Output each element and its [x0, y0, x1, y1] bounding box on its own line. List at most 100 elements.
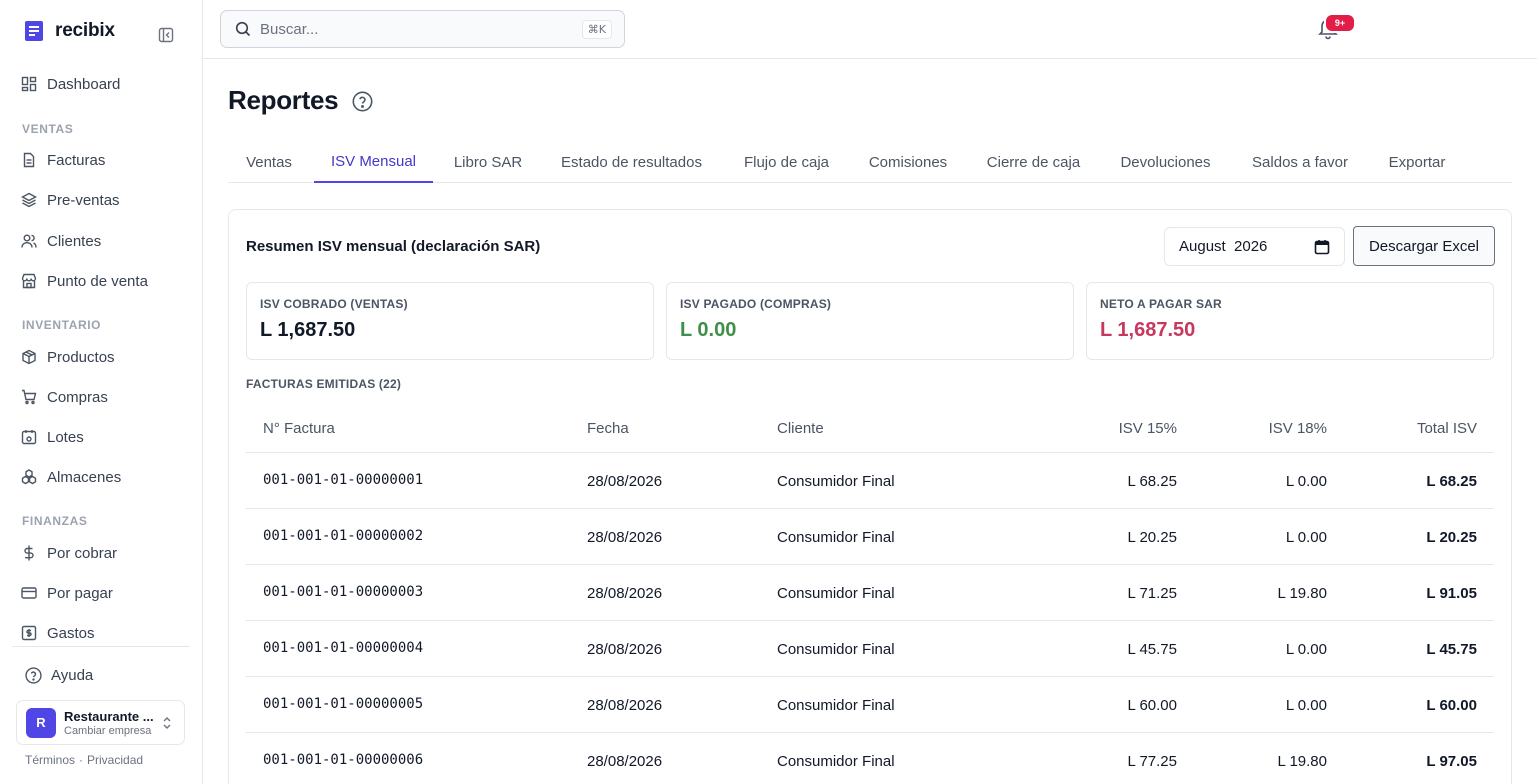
cart-icon: [20, 388, 38, 406]
page-title: Reportes: [228, 85, 339, 115]
package-icon: [20, 348, 38, 366]
table-row[interactable]: 001-001-01-00000006 28/08/2026 Consumidor …: [246, 733, 1494, 784]
cell-invoice-number: 001-001-01-00000004: [263, 640, 424, 656]
search-icon: [234, 20, 252, 38]
page-help-button[interactable]: [352, 91, 373, 112]
cell-isv18: L 0.00: [1285, 697, 1327, 714]
help-circle-icon: [24, 666, 42, 684]
sidebar-item-almacenes[interactable]: Almacenes: [20, 465, 121, 489]
cell-isv18: L 19.80: [1277, 585, 1328, 602]
tab-comisiones[interactable]: Comisiones: [859, 142, 957, 183]
calendar-icon: [20, 428, 38, 446]
sidebar-item-label: Pre-ventas: [47, 191, 120, 209]
cell-client: Consumidor Final: [777, 753, 895, 770]
column-header-invoice[interactable]: N° Factura: [263, 420, 335, 437]
privacy-link[interactable]: Privacidad: [87, 753, 143, 767]
column-header-client[interactable]: Cliente: [777, 420, 824, 437]
sidebar-item-punto-de-venta[interactable]: Punto de venta: [20, 269, 148, 293]
invoices-table: N° Factura Fecha Cliente ISV 15% ISV 18%…: [246, 404, 1494, 784]
sidebar-item-por-pagar[interactable]: Por pagar: [20, 581, 113, 605]
tab-saldos-a-favor[interactable]: Saldos a favor: [1239, 142, 1361, 183]
invoices-count-label: FACTURAS EMITIDAS (22): [246, 377, 402, 391]
stat-label: NETO A PAGAR SAR: [1100, 297, 1222, 311]
sidebar-item-ayuda[interactable]: Ayuda: [24, 666, 93, 684]
table-row[interactable]: 001-001-01-00000004 28/08/2026 Consumidor …: [246, 621, 1494, 677]
column-header-isv18[interactable]: ISV 18%: [1269, 420, 1327, 437]
chevrons-up-down-icon: [160, 714, 174, 732]
cell-isv18: L 19.80: [1277, 753, 1328, 770]
sidebar-item-lotes[interactable]: Lotes: [20, 425, 84, 449]
table-row[interactable]: 001-001-01-00000005 28/08/2026 Consumidor …: [246, 677, 1494, 733]
sidebar-item-productos[interactable]: Productos: [20, 345, 115, 369]
cell-total-isv: L 45.75: [1426, 641, 1477, 658]
tab-ventas[interactable]: Ventas: [228, 142, 310, 183]
company-switch-label: Cambiar empresa: [64, 724, 152, 737]
cell-isv15: L 77.25: [1127, 753, 1178, 770]
notifications-badge: 9+: [1324, 13, 1356, 33]
search-input[interactable]: [260, 20, 560, 38]
tab-exportar[interactable]: Exportar: [1379, 142, 1455, 183]
section-title-ventas: VENTAS: [22, 122, 74, 136]
column-header-date[interactable]: Fecha: [587, 420, 629, 437]
collapse-sidebar-button[interactable]: [156, 25, 176, 45]
tab-estado-de-resultados[interactable]: Estado de resultados: [550, 142, 713, 183]
cell-invoice-number: 001-001-01-00000001: [263, 472, 424, 488]
calendar-icon: [1314, 239, 1330, 255]
stat-label: ISV PAGADO (COMPRAS): [680, 297, 832, 311]
sidebar-item-label: Lotes: [47, 428, 84, 446]
table-row[interactable]: 001-001-01-00000003 28/08/2026 Consumidor …: [246, 565, 1494, 621]
cell-client: Consumidor Final: [777, 529, 895, 546]
table-row[interactable]: 001-001-01-00000001 28/08/2026 Consumidor …: [246, 453, 1494, 509]
legal-separator: ·: [79, 753, 84, 767]
report-tabs: Ventas ISV Mensual Libro SAR Estado de r…: [228, 142, 1512, 183]
sidebar: recibix Dashboard VENTAS Facturas Pre-ve…: [0, 0, 203, 784]
column-header-isv15[interactable]: ISV 15%: [1119, 420, 1177, 437]
banknote-icon: [20, 624, 38, 642]
isv-report-card: Resumen ISV mensual (declaración SAR) Au…: [228, 209, 1512, 784]
stat-isv-cobrado: ISV COBRADO (VENTAS) L 1,687.50: [246, 282, 654, 360]
sidebar-item-facturas[interactable]: Facturas: [20, 148, 105, 172]
section-title-finanzas: FINANZAS: [22, 514, 88, 528]
sidebar-item-label: Punto de venta: [47, 272, 148, 290]
stat-neto-a-pagar: NETO A PAGAR SAR L 1,687.50: [1086, 282, 1494, 360]
cell-total-isv: L 91.05: [1426, 585, 1477, 602]
cell-client: Consumidor Final: [777, 641, 895, 658]
company-switcher[interactable]: R Restaurante ... Cambiar empresa: [16, 700, 185, 745]
legal-links: Términos · Privacidad: [25, 753, 143, 767]
store-icon: [20, 272, 38, 290]
sidebar-item-por-cobrar[interactable]: Por cobrar: [20, 541, 117, 565]
tab-devoluciones[interactable]: Devoluciones: [1110, 142, 1221, 183]
sidebar-item-label: Almacenes: [47, 468, 122, 486]
sidebar-item-dashboard[interactable]: Dashboard: [20, 72, 120, 96]
stat-value: L 1,687.50: [1100, 319, 1196, 341]
tab-libro-sar[interactable]: Libro SAR: [442, 142, 534, 183]
dashboard-icon: [20, 75, 38, 93]
cell-isv15: L 60.00: [1127, 697, 1178, 714]
cell-isv15: L 71.25: [1127, 585, 1178, 602]
terms-link[interactable]: Términos: [25, 753, 75, 767]
sidebar-item-gastos[interactable]: Gastos: [20, 621, 95, 645]
sidebar-item-pre-ventas[interactable]: Pre-ventas: [20, 188, 120, 212]
sidebar-divider: [12, 646, 190, 647]
download-excel-button[interactable]: Descargar Excel: [1353, 226, 1495, 266]
column-header-total-isv[interactable]: Total ISV: [1417, 420, 1477, 437]
table-row[interactable]: 001-001-01-00000002 28/08/2026 Consumidor …: [246, 509, 1494, 565]
report-title: Resumen ISV mensual (declaración SAR): [246, 238, 541, 255]
cell-total-isv: L 97.05: [1426, 753, 1477, 770]
tab-cierre-de-caja[interactable]: Cierre de caja: [975, 142, 1092, 183]
brand[interactable]: recibix: [24, 20, 115, 42]
cell-date: 28/08/2026: [587, 529, 663, 546]
month-picker[interactable]: August 2026: [1164, 227, 1345, 266]
search-box[interactable]: ⌘K: [220, 10, 625, 48]
tab-isv-mensual[interactable]: ISV Mensual: [314, 142, 433, 183]
tab-flujo-de-caja[interactable]: Flujo de caja: [730, 142, 843, 183]
cell-date: 28/08/2026: [587, 585, 663, 602]
sidebar-item-label: Por pagar: [47, 584, 113, 602]
month-value: August 2026: [1179, 238, 1268, 255]
cell-total-isv: L 68.25: [1426, 473, 1477, 490]
cell-invoice-number: 001-001-01-00000005: [263, 696, 424, 712]
sidebar-item-clientes[interactable]: Clientes: [20, 229, 101, 253]
sidebar-item-compras[interactable]: Compras: [20, 385, 108, 409]
cell-date: 28/08/2026: [587, 753, 663, 770]
sidebar-item-label: Clientes: [47, 232, 102, 250]
